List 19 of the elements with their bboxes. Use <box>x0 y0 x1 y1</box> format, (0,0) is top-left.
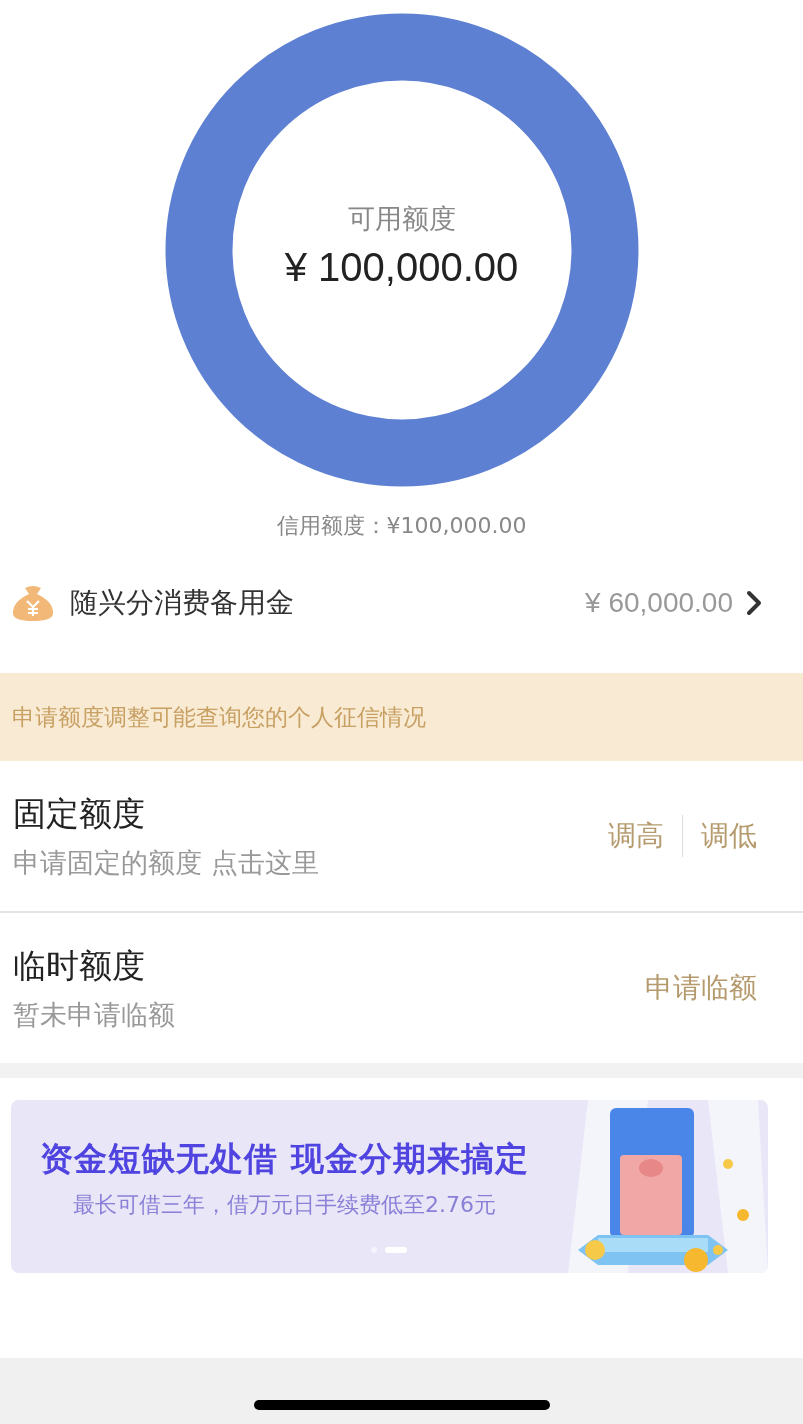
reserve-row[interactable]: 随兴分消费备用金 ¥ 60,000.00 <box>0 563 803 643</box>
chevron-right-icon <box>745 590 763 616</box>
limit-action-link[interactable]: 调高 <box>608 817 664 855</box>
limit-action-link[interactable]: 调低 <box>701 817 757 855</box>
notice-text: 申请额度调整可能查询您的个人征信情况 <box>12 702 426 732</box>
reserve-amount: ¥ 60,000.00 <box>585 587 733 619</box>
banner-headline: 资金短缺无处借 现金分期来搞定 <box>40 1138 529 1180</box>
credit-limit-text: 信用额度：¥100,000.00 <box>276 513 527 538</box>
available-label: 可用额度 <box>347 201 456 236</box>
available-amount: ¥ 100,000.00 <box>284 244 519 290</box>
limit-subtitle: 申请固定的额度 点击这里 <box>13 845 320 880</box>
reserve-title: 随兴分消费备用金 <box>70 585 295 621</box>
limit-action-link[interactable]: 申请临额 <box>645 969 757 1007</box>
limit-subtitle: 暂未申请临额 <box>13 997 176 1032</box>
promo-banner[interactable]: 资金短缺无处借 现金分期来搞定 最长可借三年，借万元日手续费低至2.76元 <box>11 1100 768 1273</box>
banner-subline: 最长可借三年，借万元日手续费低至2.76元 <box>73 1191 496 1219</box>
money-bag-icon <box>10 584 56 622</box>
limit-title: 临时额度 <box>13 944 146 987</box>
limit-title: 固定额度 <box>13 792 146 835</box>
